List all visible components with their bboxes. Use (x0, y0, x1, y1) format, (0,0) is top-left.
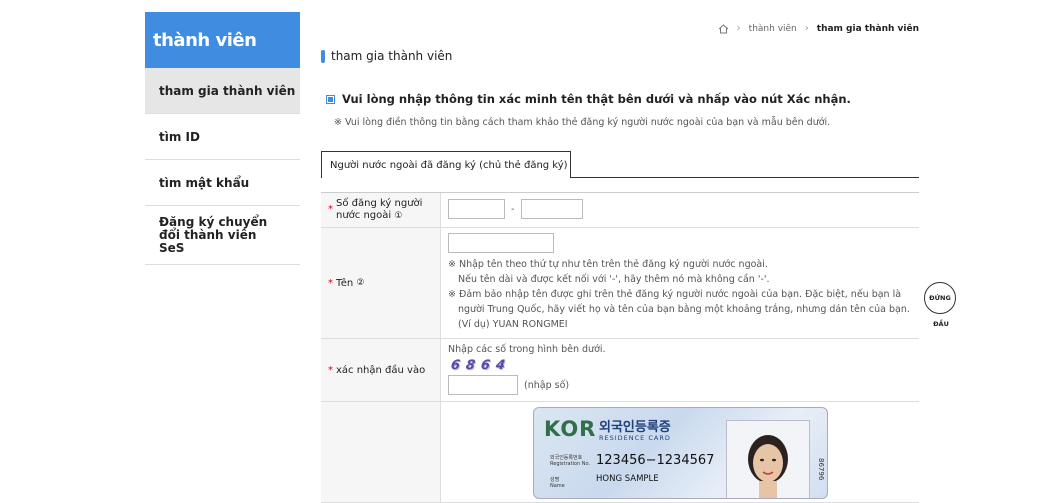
card-vertical-number: 86796 (817, 458, 825, 481)
name-input[interactable] (448, 233, 554, 253)
required-mark: * (328, 277, 333, 289)
required-mark: * (328, 364, 333, 376)
chevron-right-icon: › (804, 23, 809, 34)
name-note-5: (Ví dụ) YUAN RONGMEI (458, 319, 568, 330)
captcha-input[interactable] (448, 375, 518, 395)
card-reg-label-en: Registration No. (550, 461, 591, 467)
captcha-image: 6 8 6 4 (449, 357, 912, 373)
home-icon[interactable] (718, 23, 729, 34)
sidebar-item-find-id[interactable]: tìm ID (145, 114, 300, 160)
captcha-label-text: xác nhận đầu vào (336, 364, 426, 376)
captcha-digit: 6 (449, 357, 462, 373)
card-photo (726, 420, 810, 498)
breadcrumb-item[interactable]: thành viên (749, 24, 797, 34)
sidebar-item-label: tìm mật khẩu (159, 175, 250, 190)
sidebar: thành viên tham gia thành viên tìm ID tì… (145, 12, 300, 265)
sample-residence-card: KOR 외국인등록증 RESIDENCE CARD 외국인등록번호 Regist… (533, 407, 828, 499)
sidebar-item-find-password[interactable]: tìm mật khẩu (145, 160, 300, 206)
card-reg-no: 123456−1234567 (596, 453, 715, 468)
form-row-captcha: * xác nhận đầu vào Nhập các số trong hìn… (321, 339, 919, 402)
page-title: tham gia thành viên (321, 49, 452, 63)
back-to-top-button[interactable]: ĐỨNG (924, 282, 956, 314)
card-name: HONG SAMPLE (596, 474, 659, 484)
back-to-top-caption: ĐẦU (933, 320, 949, 328)
name-field-area: ※ Nhập tên theo thứ tự như tên trên thẻ … (440, 228, 919, 338)
captcha-digit: 6 (479, 357, 492, 373)
name-note-2: Nếu tên dài và được kết nối với '-', hãy… (458, 274, 770, 285)
info-circle-2: ② (356, 278, 365, 288)
instruction-sub: ※ Vui lòng điền thông tin bằng cách tham… (334, 117, 831, 128)
name-label: * Tên ② (321, 228, 440, 338)
registration-label-text: Số đăng ký người nước ngoài (336, 198, 423, 221)
page-title-text: tham gia thành viên (331, 49, 453, 63)
sidebar-item-label: tìm ID (159, 129, 200, 144)
registration-label: * Số đăng ký người nước ngoài ① (321, 193, 440, 227)
captcha-suffix: (nhập số) (524, 379, 570, 391)
registration-separator: - (511, 203, 515, 215)
square-bullet-icon (326, 94, 335, 104)
required-mark: * (328, 204, 333, 215)
breadcrumb-current: tham gia thành viên (816, 23, 919, 34)
instruction: Vui lòng nhập thông tin xác minh tên thậ… (326, 92, 851, 106)
card-reg-label: 외국인등록번호 Registration No. (550, 455, 590, 467)
info-circle-1: ① (394, 211, 403, 221)
back-to-top-label: ĐỨNG (929, 294, 951, 302)
sidebar-item-ses-convert[interactable]: Đăng ký chuyển đổi thành viên SeS (145, 206, 300, 265)
card-kor: KOR (544, 417, 597, 441)
sidebar-item-join[interactable]: tham gia thành viên (145, 68, 300, 114)
form-row-name: * Tên ② ※ Nhập tên theo thứ tự như tên t… (321, 228, 919, 339)
captcha-label: * xác nhận đầu vào (321, 339, 440, 401)
sample-label (321, 402, 440, 502)
registration-inputs: - (440, 193, 919, 227)
name-note-3: ※ Đảm bảo nhập tên được ghi trên thẻ đăn… (448, 289, 902, 300)
sidebar-title: thành viên (145, 12, 300, 68)
tab-label: Người nước ngoài đã đăng ký (chủ thẻ đăn… (330, 159, 568, 171)
name-note-4: người Trung Quốc, hãy viết họ và tên của… (458, 304, 910, 315)
breadcrumb: › thành viên › tham gia thành viên (718, 23, 919, 34)
registration-second-input[interactable] (520, 199, 583, 219)
name-label-text: Tên (336, 277, 354, 289)
captcha-hint: Nhập các số trong hình bên dưới. (448, 344, 606, 355)
registration-first-input[interactable] (448, 199, 505, 219)
captcha-digit: 8 (464, 357, 477, 373)
card-title-en: RESIDENCE CARD (599, 434, 671, 442)
captcha-area: Nhập các số trong hình bên dưới. 6 8 6 4… (440, 339, 919, 401)
instruction-text: Vui lòng nhập thông tin xác minh tên thậ… (342, 92, 851, 106)
sidebar-item-label: Đăng ký chuyển đổi thành viên SeS (159, 214, 268, 255)
tab-registered-foreigner[interactable]: Người nước ngoài đã đăng ký (chủ thẻ đăn… (321, 151, 571, 178)
card-title-kr: 외국인등록증 (599, 420, 671, 435)
captcha-digit: 4 (494, 357, 507, 373)
name-note-1: ※ Nhập tên theo thứ tự như tên trên thẻ … (448, 259, 768, 270)
title-bar-icon (321, 49, 325, 63)
sidebar-item-label: tham gia thành viên (159, 83, 296, 98)
form-row-registration: * Số đăng ký người nước ngoài ① - (321, 193, 919, 228)
card-name-label-en: Name (550, 483, 565, 489)
card-name-label: 성명 Name (550, 477, 565, 489)
chevron-right-icon: › (736, 23, 741, 34)
